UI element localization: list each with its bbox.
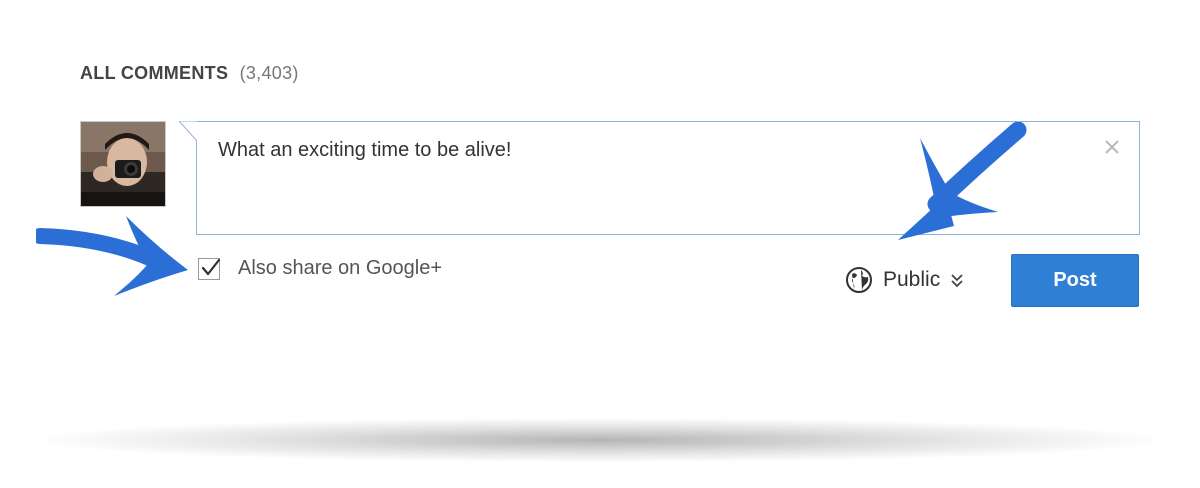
- avatar: [80, 121, 166, 207]
- avatar-photo: [81, 122, 165, 206]
- card-shadow: [40, 418, 1160, 462]
- chevron-down-icon: [951, 274, 963, 288]
- annotation-arrow-left: [36, 216, 188, 296]
- checkmark-icon: [201, 258, 221, 275]
- comment-text: What an exciting time to be alive!: [218, 139, 512, 161]
- comments-section: ALL COMMENTS (3,403) What an exciting ti…: [0, 0, 1200, 488]
- visibility-dropdown[interactable]: Public: [845, 266, 964, 294]
- post-button[interactable]: Post: [1011, 254, 1139, 307]
- globe-icon: [846, 267, 872, 293]
- share-option: Also share on Google+: [198, 257, 442, 280]
- close-icon[interactable]: [1101, 136, 1123, 158]
- share-label: Also share on Google+: [238, 257, 443, 279]
- speech-pointer: [179, 121, 197, 141]
- share-checkbox[interactable]: [198, 257, 221, 280]
- comments-title: ALL COMMENTS: [80, 63, 229, 83]
- comments-count: (3,403): [239, 63, 299, 83]
- comments-header: ALL COMMENTS (3,403): [80, 63, 299, 84]
- comment-input[interactable]: What an exciting time to be alive!: [179, 121, 1140, 235]
- visibility-label: Public: [883, 268, 941, 291]
